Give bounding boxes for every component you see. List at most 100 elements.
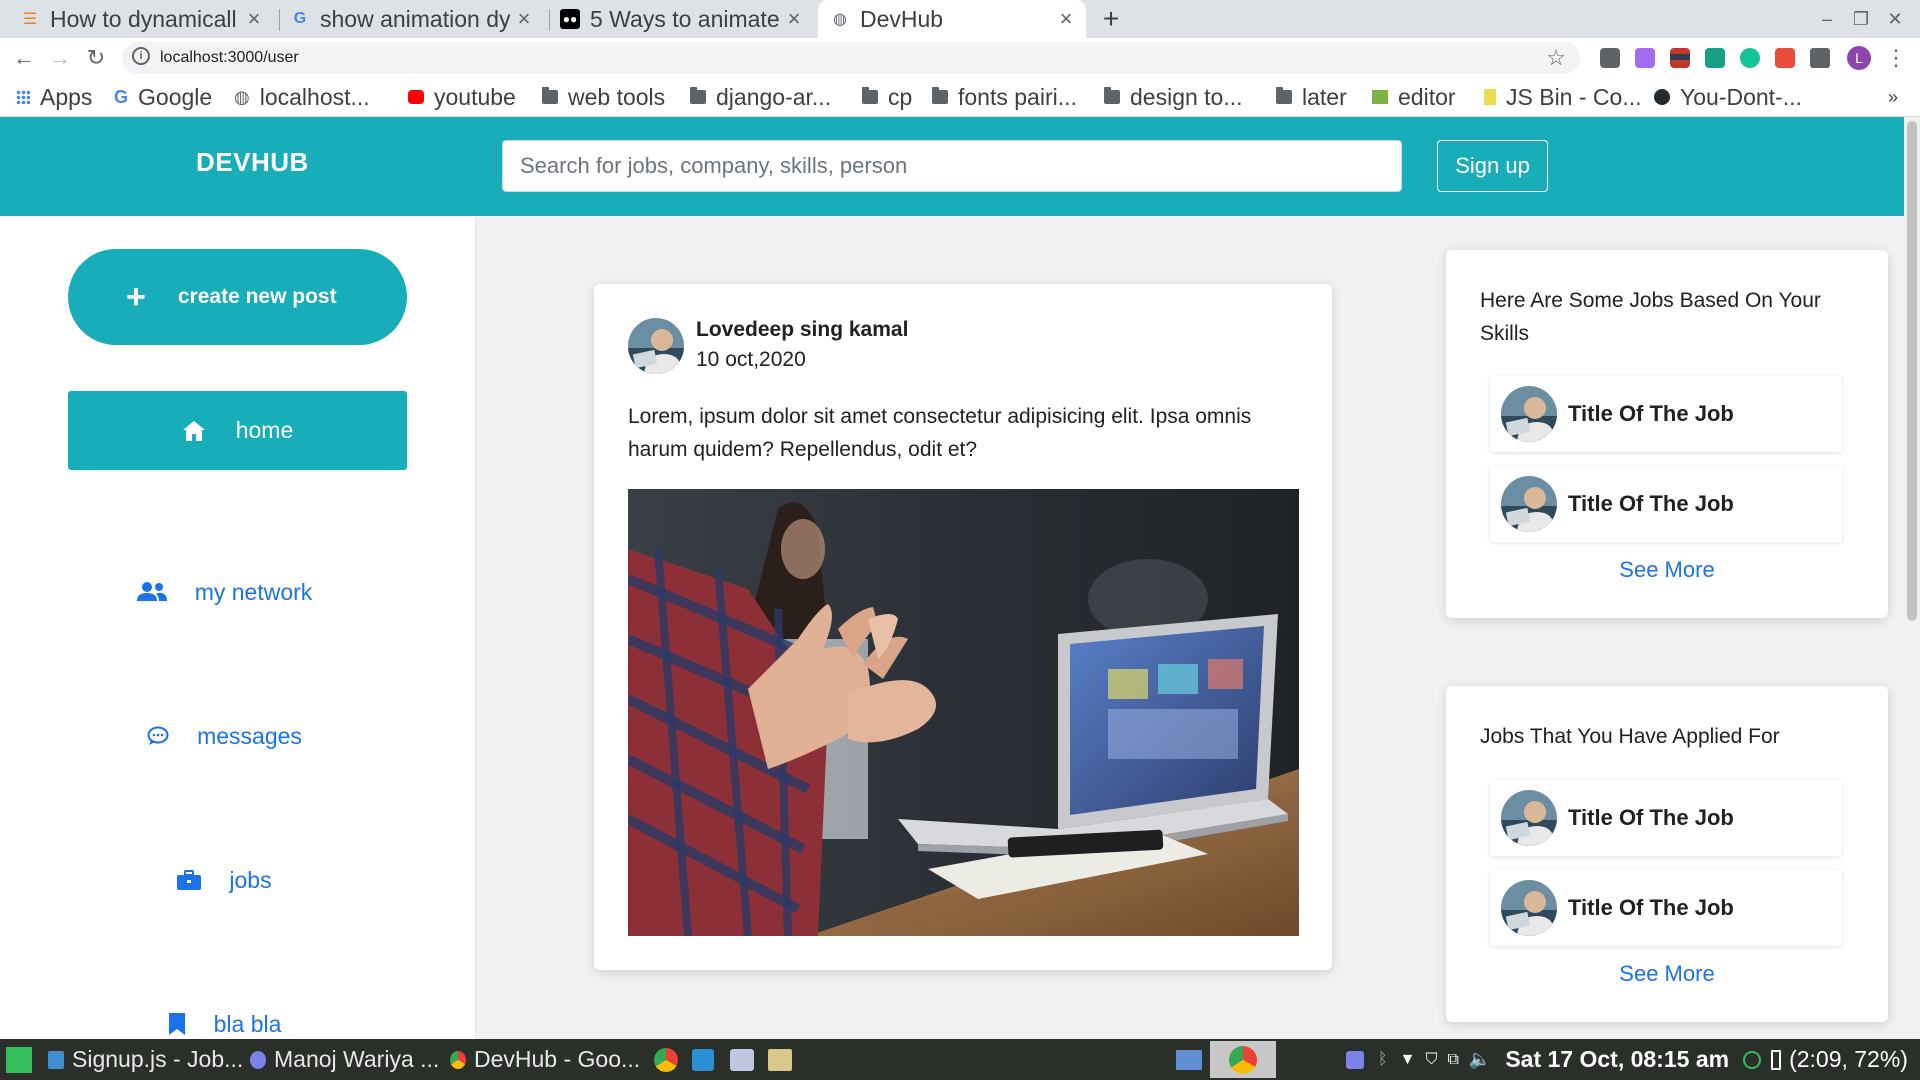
tab-title: 5 Ways to animate xyxy=(590,5,780,32)
close-icon[interactable]: × xyxy=(782,6,806,32)
extension-icon[interactable] xyxy=(1775,48,1795,68)
folder-icon xyxy=(932,87,948,104)
sidebar-item-home[interactable]: home xyxy=(68,391,407,470)
address-bar[interactable]: i localhost:3000/user ☆ xyxy=(122,42,1580,74)
job-avatar xyxy=(1501,476,1557,532)
bookmark-folder[interactable]: fonts pairi... xyxy=(932,84,1077,110)
grammarly-icon[interactable] xyxy=(1740,48,1760,68)
wifi-icon[interactable]: ▼ xyxy=(1400,1051,1416,1069)
minimize-icon[interactable]: – xyxy=(1812,0,1842,38)
folder-icon xyxy=(1276,87,1292,104)
bookmark-folder[interactable]: cp xyxy=(862,84,912,110)
close-icon[interactable]: × xyxy=(1054,6,1078,32)
menu-icon[interactable]: ⋮ xyxy=(1880,42,1912,74)
bookmark-jsbin[interactable]: JS Bin - Co... xyxy=(1484,84,1641,110)
extension-icon[interactable] xyxy=(1635,48,1655,68)
post-author[interactable]: Lovedeep sing kamal xyxy=(696,318,908,342)
close-icon[interactable]: × xyxy=(512,6,536,32)
folder-icon xyxy=(1104,87,1120,104)
shield-icon[interactable]: ⛉ xyxy=(1425,1051,1437,1069)
more-bookmarks-icon[interactable]: » xyxy=(1888,84,1898,110)
bookmark-github[interactable]: You-Dont-... xyxy=(1654,84,1802,110)
browser-tab[interactable]: ☰ How to dynamicall × xyxy=(12,0,274,38)
clock[interactable]: Sat 17 Oct, 08:15 am xyxy=(1505,1046,1729,1073)
files-launcher-icon[interactable] xyxy=(768,1039,792,1080)
bookmark-google[interactable]: G Google xyxy=(114,84,212,110)
left-sidebar: + create new post home my network messag… xyxy=(0,216,476,1039)
signup-button[interactable]: Sign up xyxy=(1437,140,1548,192)
bookmark-folder[interactable]: later xyxy=(1276,84,1347,110)
url-text[interactable]: localhost:3000/user xyxy=(160,49,299,67)
vscode-icon xyxy=(48,1050,64,1069)
close-icon[interactable]: × xyxy=(242,6,266,32)
sidebar-item-messages[interactable]: messages xyxy=(55,716,394,756)
search-input[interactable] xyxy=(503,141,1401,191)
job-item[interactable]: Title Of The Job xyxy=(1490,780,1842,856)
workspace-icon[interactable] xyxy=(1176,1039,1202,1080)
browser-tab[interactable]: ●● 5 Ways to animate × xyxy=(552,0,814,38)
extension-icon[interactable] xyxy=(1670,48,1690,68)
terminal-launcher-icon[interactable] xyxy=(730,1039,754,1080)
bookmark-folder[interactable]: web tools xyxy=(542,84,665,110)
author-avatar[interactable] xyxy=(628,318,684,374)
back-icon[interactable]: ← xyxy=(8,42,40,74)
chrome-launcher-icon[interactable] xyxy=(654,1039,678,1080)
bookmark-label: design to... xyxy=(1130,83,1243,110)
site-info-icon[interactable]: i xyxy=(132,47,150,65)
post-text: Lorem, ipsum dolor sit amet consectetur … xyxy=(628,405,1252,461)
extension-icon[interactable] xyxy=(1705,48,1725,68)
create-post-button[interactable]: + create new post xyxy=(68,249,407,345)
update-icon[interactable] xyxy=(1743,1050,1762,1069)
post-image xyxy=(628,489,1299,936)
bookmark-label: fonts pairi... xyxy=(958,83,1077,110)
job-item[interactable]: Title Of The Job xyxy=(1490,376,1842,452)
bookmark-folder[interactable]: django-ar... xyxy=(690,84,831,110)
bookmark-folder[interactable]: design to... xyxy=(1104,84,1243,110)
github-icon xyxy=(1654,89,1670,105)
system-tray: ᛒ ▼ ⛉ ⧉ 🔈 Sat 17 Oct, 08:15 am (2:09, 72… xyxy=(1346,1039,1908,1080)
browser-tab[interactable]: G show animation dy × xyxy=(282,0,544,38)
page-scrollbar[interactable] xyxy=(1904,117,1920,1039)
teams-tray-icon[interactable] xyxy=(1346,1050,1364,1069)
extension-icon[interactable] xyxy=(1600,48,1620,68)
taskbar-item[interactable]: DevHub - Goo... xyxy=(450,1039,640,1080)
scrollbar-thumb[interactable] xyxy=(1907,121,1917,621)
forward-icon[interactable]: → xyxy=(44,42,76,74)
start-menu-icon[interactable] xyxy=(6,1039,32,1080)
bookmark-label: You-Dont-... xyxy=(1680,83,1802,110)
folder-icon xyxy=(690,87,706,104)
bookmark-star-icon[interactable]: ☆ xyxy=(1546,45,1566,71)
see-more-link[interactable]: See More xyxy=(1446,557,1888,583)
new-tab-icon[interactable]: + xyxy=(1098,0,1124,38)
volume-icon[interactable]: 🔈 xyxy=(1469,1049,1491,1070)
bookmark-localhost[interactable]: ◍ localhost... xyxy=(234,84,370,110)
bluetooth-icon[interactable]: ᛒ xyxy=(1378,1051,1388,1069)
taskbar-item[interactable]: Manoj Wariya ... xyxy=(250,1039,439,1080)
job-title: Title Of The Job xyxy=(1568,401,1734,426)
clip-icon[interactable]: ⧉ xyxy=(1447,1051,1458,1069)
bookmark-youtube[interactable]: youtube xyxy=(408,84,516,110)
job-item[interactable]: Title Of The Job xyxy=(1490,870,1842,946)
workspace-chrome-icon[interactable] xyxy=(1229,1039,1257,1080)
sidebar-item-blabla[interactable]: bla bla xyxy=(55,1004,394,1039)
folder-icon xyxy=(542,87,558,104)
taskbar-item[interactable]: Signup.js - Job... xyxy=(48,1039,243,1080)
search-box[interactable] xyxy=(502,140,1402,192)
job-item[interactable]: Title Of The Job xyxy=(1490,466,1842,542)
sidebar-item-jobs[interactable]: jobs xyxy=(55,860,394,900)
bookmark-editor[interactable]: editor xyxy=(1372,84,1456,110)
window-close-icon[interactable]: ✕ xyxy=(1880,0,1910,38)
vscode-launcher-icon[interactable] xyxy=(692,1039,714,1080)
see-more-link[interactable]: See More xyxy=(1446,961,1888,987)
tab-title: DevHub xyxy=(860,5,944,32)
bookmark-apps[interactable]: Apps xyxy=(16,84,92,110)
restore-icon[interactable]: ❐ xyxy=(1846,0,1876,38)
battery-icon[interactable] xyxy=(1771,1049,1782,1070)
profile-avatar[interactable]: L xyxy=(1847,46,1871,70)
puzzle-icon[interactable] xyxy=(1810,48,1830,68)
create-post-label: create new post xyxy=(177,285,337,308)
sidebar-item-network[interactable]: my network xyxy=(55,572,394,612)
brand-logo[interactable]: DEVHUB xyxy=(196,147,309,178)
browser-tab-active[interactable]: ◍ DevHub × xyxy=(818,0,1086,38)
reload-icon[interactable]: ↻ xyxy=(80,42,112,74)
